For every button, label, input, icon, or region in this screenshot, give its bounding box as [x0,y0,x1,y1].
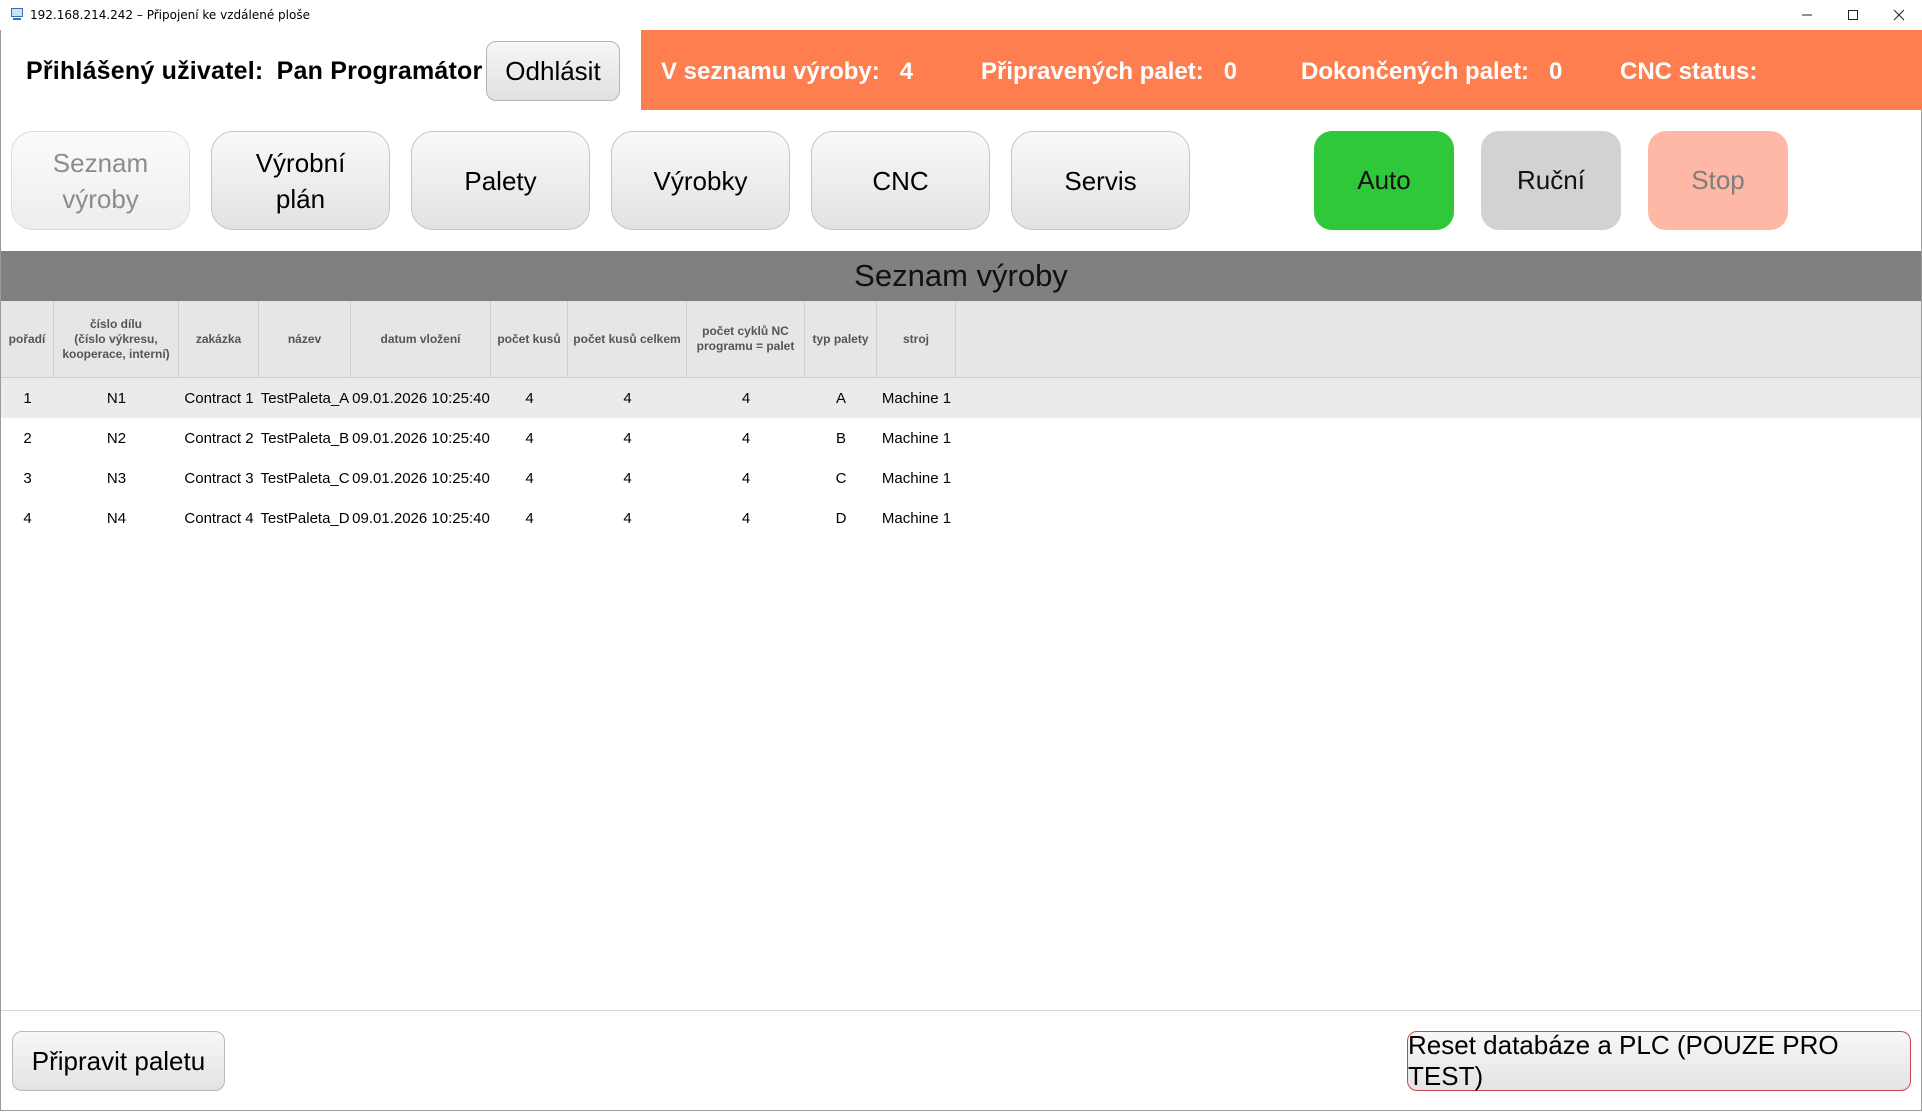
cell-typ-palety: A [835,389,846,407]
column-header-datum-vlozeni[interactable]: datum vložení [351,301,491,377]
cell-typ-palety: C [835,469,847,487]
remote-desktop-icon [9,8,25,22]
cell-stroj: Machine 1 [881,469,952,487]
minimize-button[interactable] [1784,0,1830,30]
minimize-icon [1802,14,1812,16]
cell-pocet-kusu-celkem: 4 [623,389,632,407]
cell-cislo-dilu: N2 [106,429,127,447]
nav-servis-button[interactable]: Servis [1011,131,1190,230]
nav-vyrobky-button[interactable]: Výrobky [611,131,790,230]
column-header-typ-palety[interactable]: typ palety [805,301,877,377]
column-header-cislo-dilu[interactable]: číslo dílu (číslo výkresu, kooperace, in… [54,301,179,377]
cell-poradi: 4 [23,509,32,527]
mode-manual-button[interactable]: Ruční [1481,131,1621,230]
status-finished: Dokončených palet: 0 [1301,58,1562,86]
cell-pocet-kusu-celkem: 4 [623,469,632,487]
cell-cislo-dilu: N1 [106,389,127,407]
status-cnc-label: CNC status: [1620,58,1758,85]
cell-datum-vlozeni: 09.01.2026 10:25:40 [352,429,490,447]
column-header-poradi[interactable]: pořadí [1,301,54,377]
cell-datum-vlozeni: 09.01.2026 10:25:40 [352,469,490,487]
cell-zakazka: Contract 3 [184,469,254,487]
status-prepared-value: 0 [1223,58,1238,85]
cell-pocet-kusu: 4 [525,469,534,487]
nav-cnc-button[interactable]: CNC [811,131,990,230]
cell-pocet-kusu-celkem: 4 [623,509,632,527]
cell-nazev: TestPaleta_A [260,389,350,407]
column-header-pocet-kusu-celkem[interactable]: počet kusů celkem [568,301,687,377]
nav-seznam-vyroby-button[interactable]: Seznam výroby [11,131,190,230]
cell-pocet-kusu-celkem: 4 [623,429,632,447]
cell-nazev: TestPaleta_B [260,429,350,447]
nav-vyrobni-plan-button[interactable]: Výrobní plán [211,131,390,230]
logout-button[interactable]: Odhlásit [486,41,620,101]
cell-nazev: TestPaleta_D [260,509,350,527]
cell-pocet-cyklu: 4 [741,389,751,407]
cell-typ-palety: B [835,429,846,447]
mode-stop-button[interactable]: Stop [1648,131,1788,230]
cell-pocet-cyklu: 4 [741,469,751,487]
production-list-table: pořadí číslo dílu (číslo výkresu, kooper… [1,301,1921,538]
logged-user-label: Přihlášený uživatel: [26,57,264,85]
cell-poradi: 3 [23,469,32,487]
status-finished-label: Dokončených palet: [1301,58,1530,85]
logged-user: Přihlášený uživatel: Pan Programátor [26,57,482,86]
column-header-pocet-cyklu[interactable]: počet cyklů NC programu = palet [687,301,805,377]
close-window-button[interactable] [1876,0,1922,30]
window-title: 192.168.214.242 – Připojení ke vzdálené … [30,8,310,22]
cell-stroj: Machine 1 [881,509,952,527]
status-prepared: Připravených palet: 0 [981,58,1237,86]
prepare-pallet-button[interactable]: Připravit paletu [12,1031,225,1091]
cell-nazev: TestPaleta_C [260,469,350,487]
maximize-button[interactable] [1830,0,1876,30]
table-row[interactable]: 3 N3 Contract 3 TestPaleta_C 09.01.2026 … [1,458,1921,498]
window-titlebar: 192.168.214.242 – Připojení ke vzdálené … [0,0,1922,30]
mode-auto-button[interactable]: Auto [1314,131,1454,230]
footer-divider [1,1010,1921,1011]
column-header-pocet-kusu[interactable]: počet kusů [491,301,568,377]
cell-zakazka: Contract 2 [184,429,254,447]
cell-stroj: Machine 1 [881,429,952,447]
cell-pocet-cyklu: 4 [741,429,751,447]
cell-datum-vlozeni: 09.01.2026 10:25:40 [352,389,490,407]
table-row[interactable]: 1 N1 Contract 1 TestPaleta_A 09.01.2026 … [1,378,1921,418]
cell-zakazka: Contract 4 [184,509,254,527]
table-header-row: pořadí číslo dílu (číslo výkresu, kooper… [1,301,1921,378]
column-header-zakazka[interactable]: zakázka [179,301,259,377]
cell-pocet-kusu: 4 [525,429,534,447]
table-row[interactable]: 4 N4 Contract 4 TestPaleta_D 09.01.2026 … [1,498,1921,538]
cell-cislo-dilu: N3 [106,469,127,487]
maximize-icon [1848,10,1858,20]
cell-cislo-dilu: N4 [106,509,127,527]
cell-poradi: 1 [23,389,32,407]
status-prepared-label: Připravených palet: [981,58,1204,85]
status-in-list-label: V seznamu výroby: [661,58,880,85]
status-finished-value: 0 [1549,58,1563,85]
nav-palety-button[interactable]: Palety [411,131,590,230]
close-icon [1893,9,1905,21]
cell-stroj: Machine 1 [881,389,952,407]
column-header-stroj[interactable]: stroj [877,301,956,377]
status-in-list: V seznamu výroby: 4 [661,58,913,86]
cell-datum-vlozeni: 09.01.2026 10:25:40 [352,509,490,527]
status-cnc: CNC status: [1620,58,1777,86]
cell-pocet-cyklu: 4 [741,509,751,527]
cell-zakazka: Contract 1 [184,389,254,407]
page-title: Seznam výroby [1,251,1921,301]
status-bar: V seznamu výroby: 4 Připravených palet: 0 … [641,30,1922,110]
table-row[interactable]: 2 N2 Contract 2 TestPaleta_B 09.01.2026 … [1,418,1921,458]
column-header-nazev[interactable]: název [259,301,351,377]
reset-database-plc-button[interactable]: Reset databáze a PLC (POUZE PRO TEST) [1407,1030,1911,1091]
logged-user-name: Pan Programátor [276,57,483,85]
status-in-list-value: 4 [899,58,914,85]
cell-poradi: 2 [23,429,32,447]
cell-pocet-kusu: 4 [525,389,534,407]
cell-pocet-kusu: 4 [525,509,534,527]
cell-typ-palety: D [835,509,847,527]
